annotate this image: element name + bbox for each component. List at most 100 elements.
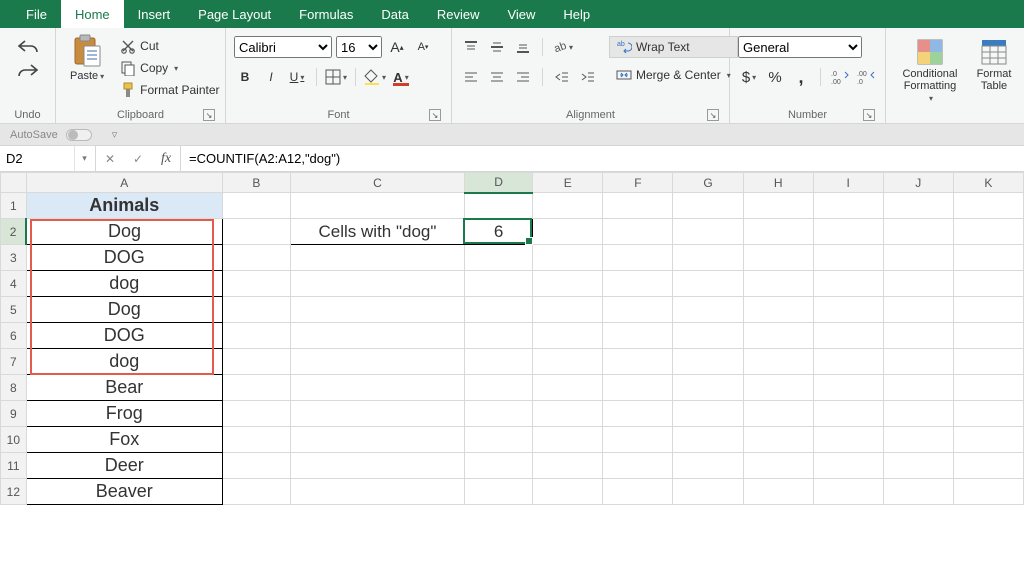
cell-E4[interactable] (533, 271, 603, 297)
cell-A12[interactable]: Beaver (26, 479, 222, 505)
cell-D11[interactable] (464, 453, 532, 479)
increase-indent-icon[interactable] (577, 66, 599, 88)
cell-F6[interactable] (603, 323, 673, 349)
row-header-3[interactable]: 3 (1, 245, 27, 271)
cell-A6[interactable]: DOG (26, 323, 222, 349)
worksheet-grid[interactable]: ABCDEFGHIJK1Animals2DogCells with "dog"6… (0, 172, 1024, 576)
cell-C1[interactable] (291, 193, 465, 219)
cell-I3[interactable] (813, 245, 883, 271)
cell-H1[interactable] (743, 193, 813, 219)
name-box[interactable] (0, 151, 74, 166)
enter-formula-icon[interactable]: ✓ (124, 146, 152, 171)
row-header-1[interactable]: 1 (1, 193, 27, 219)
row-header-8[interactable]: 8 (1, 375, 27, 401)
cell-I11[interactable] (813, 453, 883, 479)
cell-G8[interactable] (673, 375, 743, 401)
decrease-decimal-icon[interactable]: .00.0 (855, 66, 877, 88)
cell-E7[interactable] (533, 349, 603, 375)
cell-I8[interactable] (813, 375, 883, 401)
tab-file[interactable]: File (12, 0, 61, 28)
cell-J12[interactable] (883, 479, 953, 505)
align-top-icon[interactable] (460, 36, 482, 58)
cell-E8[interactable] (533, 375, 603, 401)
cell-B4[interactable] (222, 271, 290, 297)
tab-data[interactable]: Data (367, 0, 422, 28)
cell-C11[interactable] (291, 453, 465, 479)
cell-H6[interactable] (743, 323, 813, 349)
cell-D6[interactable] (464, 323, 532, 349)
fill-color-button[interactable]: ▾ (364, 66, 386, 88)
cell-J1[interactable] (883, 193, 953, 219)
cell-G7[interactable] (673, 349, 743, 375)
cell-E6[interactable] (533, 323, 603, 349)
cell-B7[interactable] (222, 349, 290, 375)
cell-D8[interactable] (464, 375, 532, 401)
cell-H8[interactable] (743, 375, 813, 401)
percent-format-icon[interactable]: % (764, 66, 786, 88)
cancel-formula-icon[interactable]: ✕ (96, 146, 124, 171)
cell-C8[interactable] (291, 375, 465, 401)
cell-J4[interactable] (883, 271, 953, 297)
cell-J8[interactable] (883, 375, 953, 401)
cell-D7[interactable] (464, 349, 532, 375)
cell-B3[interactable] (222, 245, 290, 271)
align-left-icon[interactable] (460, 66, 482, 88)
column-header-D[interactable]: D (464, 173, 532, 193)
orientation-icon[interactable]: ab▾ (551, 36, 573, 58)
cell-I5[interactable] (813, 297, 883, 323)
cell-I9[interactable] (813, 401, 883, 427)
cell-B5[interactable] (222, 297, 290, 323)
cell-G10[interactable] (673, 427, 743, 453)
row-header-10[interactable]: 10 (1, 427, 27, 453)
alignment-dialog-launcher[interactable]: ↘ (707, 109, 719, 121)
tab-home[interactable]: Home (61, 0, 124, 28)
format-as-table-button[interactable]: Format Table (972, 36, 1016, 94)
decrease-indent-icon[interactable] (551, 66, 573, 88)
cell-F10[interactable] (603, 427, 673, 453)
cell-E1[interactable] (533, 193, 603, 219)
cell-H2[interactable] (743, 219, 813, 245)
cell-K9[interactable] (953, 401, 1023, 427)
cell-H10[interactable] (743, 427, 813, 453)
cell-A11[interactable]: Deer (26, 453, 222, 479)
number-dialog-launcher[interactable]: ↘ (863, 109, 875, 121)
cell-H12[interactable] (743, 479, 813, 505)
cell-A4[interactable]: dog (26, 271, 222, 297)
cell-J3[interactable] (883, 245, 953, 271)
cell-F11[interactable] (603, 453, 673, 479)
cell-K11[interactable] (953, 453, 1023, 479)
cell-J10[interactable] (883, 427, 953, 453)
name-box-dropdown[interactable]: ▾ (74, 146, 94, 171)
font-color-button[interactable]: A ▾ (390, 66, 412, 88)
conditional-formatting-button[interactable]: Conditional Formatting ▾ (894, 36, 966, 106)
borders-button[interactable]: ▾ (325, 66, 347, 88)
cell-F8[interactable] (603, 375, 673, 401)
cell-F5[interactable] (603, 297, 673, 323)
cell-H4[interactable] (743, 271, 813, 297)
cell-B11[interactable] (222, 453, 290, 479)
cell-E12[interactable] (533, 479, 603, 505)
cell-J5[interactable] (883, 297, 953, 323)
underline-button[interactable]: U▾ (286, 66, 308, 88)
cell-E3[interactable] (533, 245, 603, 271)
cell-C7[interactable] (291, 349, 465, 375)
increase-decimal-icon[interactable]: .0.00 (829, 66, 851, 88)
cell-H11[interactable] (743, 453, 813, 479)
cell-K2[interactable] (953, 219, 1023, 245)
cell-K7[interactable] (953, 349, 1023, 375)
cell-I7[interactable] (813, 349, 883, 375)
cell-F9[interactable] (603, 401, 673, 427)
row-header-5[interactable]: 5 (1, 297, 27, 323)
cell-H5[interactable] (743, 297, 813, 323)
cell-D10[interactable] (464, 427, 532, 453)
quick-save-icon[interactable]: ▿ (112, 128, 118, 141)
autosave-toggle[interactable] (66, 129, 92, 141)
row-header-7[interactable]: 7 (1, 349, 27, 375)
font-size-select[interactable]: 16 (336, 36, 382, 58)
column-header-F[interactable]: F (603, 173, 673, 193)
tab-page-layout[interactable]: Page Layout (184, 0, 285, 28)
cell-D5[interactable] (464, 297, 532, 323)
formula-input[interactable] (181, 146, 1024, 171)
cell-E2[interactable] (533, 219, 603, 245)
row-header-2[interactable]: 2 (1, 219, 27, 245)
